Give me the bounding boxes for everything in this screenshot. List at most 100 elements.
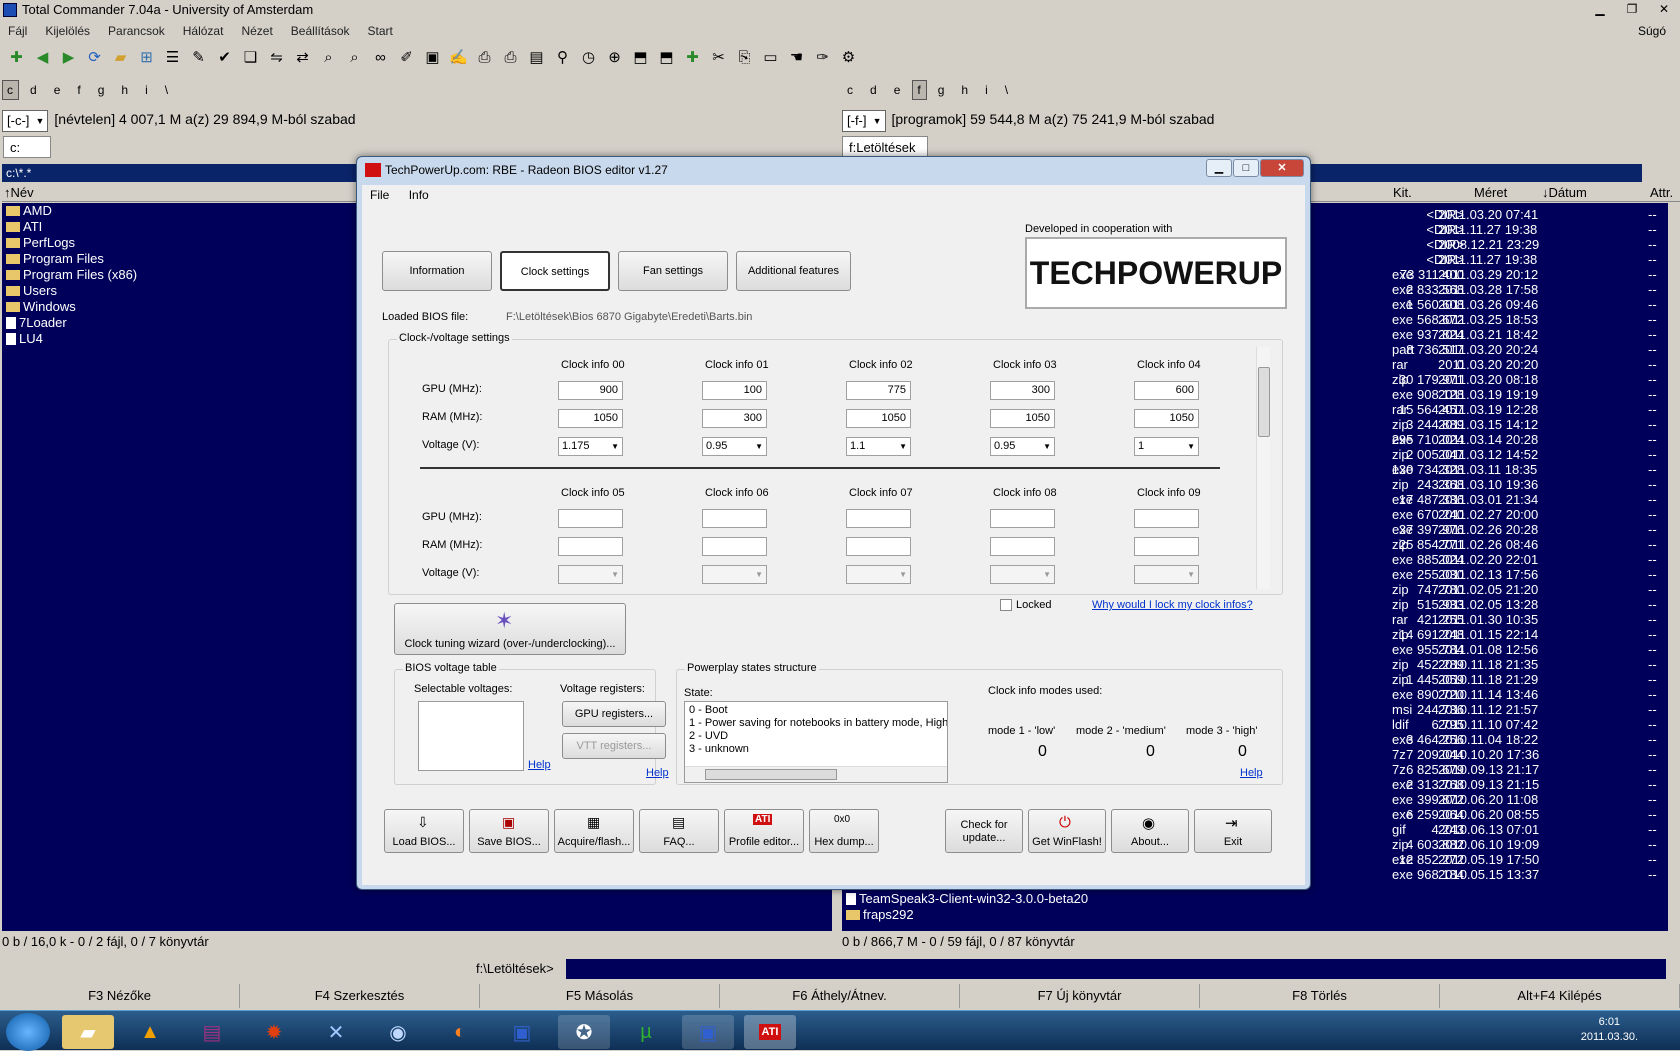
file-date[interactable]: 2010.06.20 11:08 — [1438, 792, 1538, 808]
get-winflash-button[interactable]: ⏻ Get WinFlash! — [1028, 809, 1106, 853]
drive-h[interactable]: h — [116, 80, 134, 100]
printer-icon[interactable]: ⎙ — [498, 44, 523, 70]
window-icon[interactable]: ▭ — [758, 44, 783, 70]
file-ext[interactable]: exe — [1392, 687, 1413, 703]
registers-help-link[interactable]: Help — [646, 767, 669, 779]
drive-g[interactable]: g — [93, 80, 111, 100]
burn-icon[interactable]: ✹ — [248, 1015, 300, 1049]
clock-info-05-voltage[interactable] — [558, 565, 623, 584]
file-date[interactable]: 2010.11.04 18:22 — [1438, 732, 1538, 748]
file-date[interactable]: 2010.05.19 17:50 — [1438, 852, 1539, 868]
drive-g[interactable]: g — [933, 80, 951, 100]
check-icon[interactable]: ✔ — [212, 44, 237, 70]
left-drive-select[interactable]: [-c-] — [2, 110, 49, 132]
menu-network[interactable]: Hálózat — [175, 21, 234, 41]
clock-info-06-voltage[interactable] — [702, 565, 767, 584]
edit-icon[interactable]: ✎ — [186, 44, 211, 70]
clock-info-05-ram[interactable] — [558, 537, 623, 556]
drive-network[interactable]: \ — [160, 80, 174, 100]
chat-icon[interactable]: ◉ — [372, 1015, 424, 1049]
check-update-button[interactable]: Check for update... — [945, 809, 1023, 853]
about-button[interactable]: ◉ About... — [1111, 809, 1189, 853]
file-date[interactable]: 2011.03.15 14:12 — [1438, 417, 1538, 433]
ftp-icon[interactable]: ⬒ — [628, 44, 653, 70]
file-date[interactable]: 2010.10.20 17:36 — [1438, 747, 1539, 763]
utorrent-icon[interactable]: µ — [620, 1015, 672, 1049]
locked-checkbox[interactable] — [1000, 599, 1012, 611]
sync-icon[interactable]: ⇄ — [290, 44, 315, 70]
tree-icon[interactable]: ⊞ — [134, 44, 159, 70]
file-date[interactable]: 2010.06.10 19:09 — [1438, 837, 1539, 853]
save-disk-icon[interactable]: ▣ — [496, 1015, 548, 1049]
f8-delete-button[interactable]: F8 Törlés — [1200, 984, 1440, 1008]
list-item[interactable]: Program Files (x86) — [6, 267, 137, 283]
file-ext[interactable]: gif — [1392, 822, 1406, 838]
file-date[interactable]: 2011.03.20 08:18 — [1438, 372, 1538, 388]
paste-icon[interactable]: ⎘ — [732, 44, 757, 70]
clock-info-08-gpu[interactable] — [990, 509, 1055, 528]
note-icon[interactable]: ✍ — [446, 44, 471, 70]
clock-info-03-voltage[interactable]: 0.95 — [990, 437, 1055, 456]
drive-network[interactable]: \ — [1000, 80, 1014, 100]
forward-icon[interactable]: ▶ — [56, 44, 81, 70]
clock-info-08-ram[interactable] — [990, 537, 1055, 556]
file-ext[interactable]: exe — [1392, 792, 1413, 808]
load-bios-button[interactable]: ⇩ Load BIOS... — [384, 809, 464, 853]
dir-size-icon[interactable]: ⊕ — [602, 44, 627, 70]
network-icon[interactable]: ⟳ — [82, 44, 107, 70]
rbe-task-icon[interactable]: ATI — [744, 1015, 796, 1049]
tool-icon[interactable]: ✑ — [810, 44, 835, 70]
file-date[interactable]: 2011.02.13 17:56 — [1438, 567, 1538, 583]
file-date[interactable]: 2010.05.15 13:37 — [1438, 867, 1539, 883]
file-ext[interactable]: zip — [1392, 597, 1409, 613]
menu-start[interactable]: Start — [360, 21, 403, 41]
right-drive-select[interactable]: [-f-] — [842, 110, 886, 132]
f6-move-button[interactable]: F6 Áthely/Átnev. — [720, 984, 960, 1008]
hand-icon[interactable]: ☚ — [784, 44, 809, 70]
firefox-icon[interactable]: ◐ — [434, 1015, 486, 1049]
lock-info-link[interactable]: Why would I lock my clock infos? — [1092, 599, 1253, 611]
list-item[interactable]: 2 - UVD — [689, 730, 728, 742]
clock-info-00-gpu[interactable]: 900 — [558, 381, 623, 400]
selectable-voltages-list[interactable] — [418, 701, 524, 771]
drive-c[interactable]: c — [842, 80, 859, 100]
file-date[interactable]: 2011.02.26 20:28 — [1438, 522, 1538, 538]
menu-select[interactable]: Kijelölés — [37, 21, 100, 41]
list-item[interactable]: ATI — [6, 219, 42, 235]
save-bios-button[interactable]: ▣ Save BIOS... — [469, 809, 549, 853]
file-date[interactable]: 2011.02.26 08:46 — [1438, 537, 1538, 553]
maximize-icon[interactable]: □ — [1233, 159, 1259, 177]
header-ext[interactable]: Kit. — [1393, 184, 1412, 202]
clock-info-07-gpu[interactable] — [846, 509, 911, 528]
f3-view-button[interactable]: F3 Nézőke — [0, 984, 240, 1008]
scrollbar-thumb[interactable] — [705, 769, 837, 780]
tab-additional-features[interactable]: Additional features — [736, 251, 851, 291]
tab-information[interactable]: Information — [382, 251, 492, 291]
clock-info-04-gpu[interactable]: 600 — [1134, 381, 1199, 400]
file-ext[interactable]: zip — [1392, 582, 1409, 598]
clock-info-02-gpu[interactable]: 775 — [846, 381, 911, 400]
file-date[interactable]: 2011.03.01 21:34 — [1438, 492, 1538, 508]
ftp-new-icon[interactable]: ⬒ — [654, 44, 679, 70]
close-icon[interactable]: ✕ — [1260, 159, 1304, 177]
file-date[interactable]: 2008.12.21 23:29 — [1438, 237, 1539, 253]
file-ext[interactable]: exe — [1392, 867, 1413, 883]
file-date[interactable]: 2011.02.20 22:01 — [1438, 552, 1538, 568]
disk-task-icon[interactable]: ▣ — [682, 1015, 734, 1049]
gpu-registers-button[interactable]: GPU registers... — [562, 701, 666, 727]
file-date[interactable]: 2011.02.27 20:00 — [1438, 507, 1538, 523]
file-date[interactable]: 2011.01.30 10:35 — [1438, 612, 1538, 628]
file-ext[interactable]: zip — [1392, 477, 1409, 493]
menu-settings[interactable]: Beállítások — [283, 21, 360, 41]
list-item[interactable]: PerfLogs — [6, 235, 75, 251]
menu-info[interactable]: Info — [401, 188, 437, 202]
drive-f[interactable]: f — [912, 80, 927, 100]
winrar-icon[interactable]: ▤ — [186, 1015, 238, 1049]
faq-button[interactable]: ▤ FAQ... — [639, 809, 719, 853]
drive-i[interactable]: i — [140, 80, 154, 100]
pack-icon[interactable]: ▣ — [420, 44, 445, 70]
folder-icon[interactable]: ▰ — [108, 44, 133, 70]
file-date[interactable]: 2011.02.05 13:28 — [1438, 597, 1538, 613]
file-date[interactable]: 2010.09.13 21:15 — [1438, 777, 1539, 793]
file-date[interactable]: 2011.03.28 17:58 — [1438, 282, 1538, 298]
